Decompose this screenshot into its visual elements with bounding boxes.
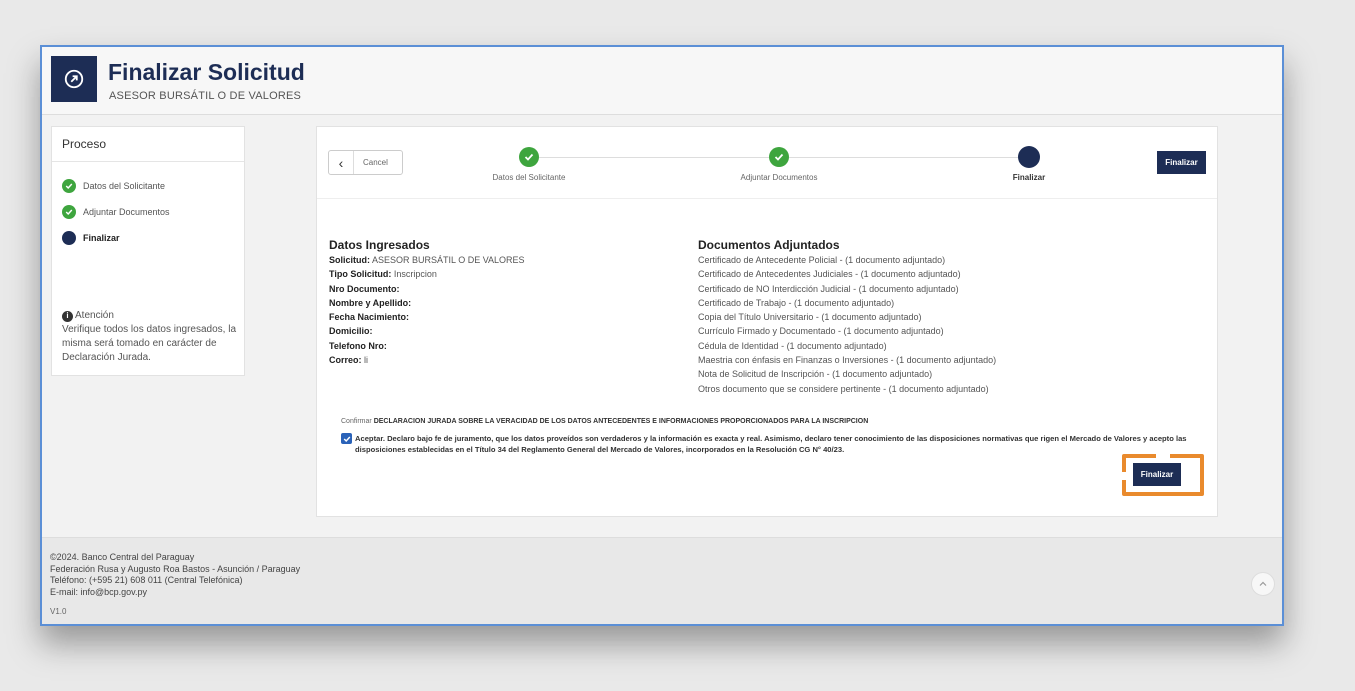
- list-item: Otros documento que se considere pertine…: [698, 383, 989, 394]
- wizard-step-label: Adjuntar Documentos: [740, 173, 818, 182]
- attention-notice: i Atención Verifique todos los datos ing…: [62, 309, 240, 365]
- field-nro-documento: Nro Documento:: [329, 283, 400, 294]
- page-header: Finalizar Solicitud ASESOR BURSÁTIL O DE…: [42, 47, 1282, 115]
- process-sidebar: Proceso Datos del Solicitante Adjuntar D…: [51, 126, 245, 376]
- list-item: Certificado de NO Interdicción Judicial …: [698, 283, 959, 294]
- wizard-stepper: ‹ Cancel Datos del Solicitante Adjuntar …: [317, 127, 1217, 199]
- chevron-left-icon: ‹: [338, 154, 344, 171]
- documentos-adjuntados-title: Documentos Adjuntados: [698, 238, 840, 252]
- footer-info: ©2024. Banco Central del Paraguay Federa…: [50, 552, 301, 597]
- attention-title: Atención: [75, 310, 114, 321]
- field-solicitud: Solicitud: ASESOR BURSÁTIL O DE VALORES: [329, 255, 525, 265]
- wizard-step-label: Finalizar: [1012, 173, 1046, 182]
- sidebar-title: Proceso: [62, 137, 107, 151]
- field-correo: Correo: li: [329, 355, 369, 366]
- field-fecha-nacimiento: Fecha Nacimiento:: [329, 312, 410, 323]
- app-window: Finalizar Solicitud ASESOR BURSÁTIL O DE…: [40, 45, 1284, 626]
- datos-ingresados-title: Datos Ingresados: [329, 238, 430, 252]
- finalize-button[interactable]: Finalizar: [1133, 463, 1181, 486]
- sidebar-step-finalizar[interactable]: Finalizar: [62, 231, 120, 245]
- current-step-dot-icon: [62, 231, 76, 245]
- list-item: Certificado de Antecedente Policial - (1…: [698, 255, 946, 265]
- cancel-button[interactable]: Cancel: [354, 158, 388, 167]
- sidebar-step-datos-solicitante[interactable]: Datos del Solicitante: [62, 179, 165, 193]
- sidebar-step-label: Finalizar: [83, 233, 120, 243]
- list-item: Copia del Título Universitario - (1 docu…: [698, 312, 922, 323]
- page-subtitle: ASESOR BURSÁTIL O DE VALORES: [109, 90, 302, 102]
- wizard-step-1-check-icon[interactable]: [519, 147, 539, 167]
- sidebar-step-label: Datos del Solicitante: [83, 181, 166, 191]
- page-title: Finalizar Solicitud: [108, 59, 305, 85]
- back-button[interactable]: ‹: [329, 151, 354, 174]
- confirm-heading: Confirmar DECLARACION JURADA SOBRE LA VE…: [341, 418, 869, 425]
- chevron-up-icon: [1259, 581, 1267, 586]
- checkmark-icon: [343, 436, 350, 442]
- wizard-step-label: Datos del Solicitante: [492, 173, 566, 182]
- arrow-up-right-circle-icon: [51, 56, 97, 102]
- wizard-nav: ‹ Cancel: [328, 150, 403, 175]
- datos-ingresados-list: Solicitud: ASESOR BURSÁTIL O DE VALORES …: [329, 253, 525, 367]
- wizard-connector: [539, 157, 769, 158]
- scroll-to-top-button[interactable]: [1251, 572, 1275, 596]
- app-version: V1.0: [50, 607, 67, 616]
- list-item: Nota de Solicitud de Inscripción - (1 do…: [698, 369, 933, 380]
- divider: [52, 161, 244, 162]
- highlight-gap: [1156, 454, 1170, 458]
- check-circle-icon: [62, 205, 76, 219]
- field-domicilio: Domicilio:: [329, 326, 373, 337]
- list-item: Cédula de Identidad - (1 documento adjun…: [698, 340, 887, 351]
- page-footer: ©2024. Banco Central del Paraguay Federa…: [42, 537, 1282, 624]
- wizard-connector: [789, 157, 1027, 158]
- highlight-gap: [1122, 472, 1126, 480]
- field-telefono: Telefono Nro:: [329, 340, 387, 351]
- sidebar-step-adjuntar-documentos[interactable]: Adjuntar Documentos: [62, 205, 170, 219]
- list-item: Certificado de Trabajo - (1 documento ad…: [698, 297, 895, 308]
- wizard-step-3-current-icon[interactable]: [1018, 146, 1040, 168]
- documentos-adjuntados-list: Certificado de Antecedente Policial - (1…: [698, 253, 996, 396]
- accept-declaration-text[interactable]: Aceptar. Declaro bajo fe de juramento, q…: [355, 433, 1195, 455]
- info-icon: i: [62, 310, 73, 322]
- finalize-button-top[interactable]: Finalizar: [1157, 151, 1206, 174]
- sidebar-step-label: Adjuntar Documentos: [83, 207, 170, 217]
- list-item: Currículo Firmado y Documentado - (1 doc…: [698, 326, 944, 337]
- check-circle-icon: [62, 179, 76, 193]
- wizard-step-2-check-icon[interactable]: [769, 147, 789, 167]
- field-tipo-solicitud: Tipo Solicitud: Inscripcion: [329, 269, 437, 280]
- field-nombre-apellido: Nombre y Apellido:: [329, 297, 412, 308]
- accept-checkbox[interactable]: [341, 433, 352, 444]
- list-item: Certificado de Antecedentes Judiciales -…: [698, 269, 961, 280]
- list-item: Maestria con énfasis en Finanzas o Inver…: [698, 355, 997, 366]
- attention-text: Verifique todos los datos ingresados, la…: [62, 324, 236, 363]
- main-panel: ‹ Cancel Datos del Solicitante Adjuntar …: [316, 126, 1218, 517]
